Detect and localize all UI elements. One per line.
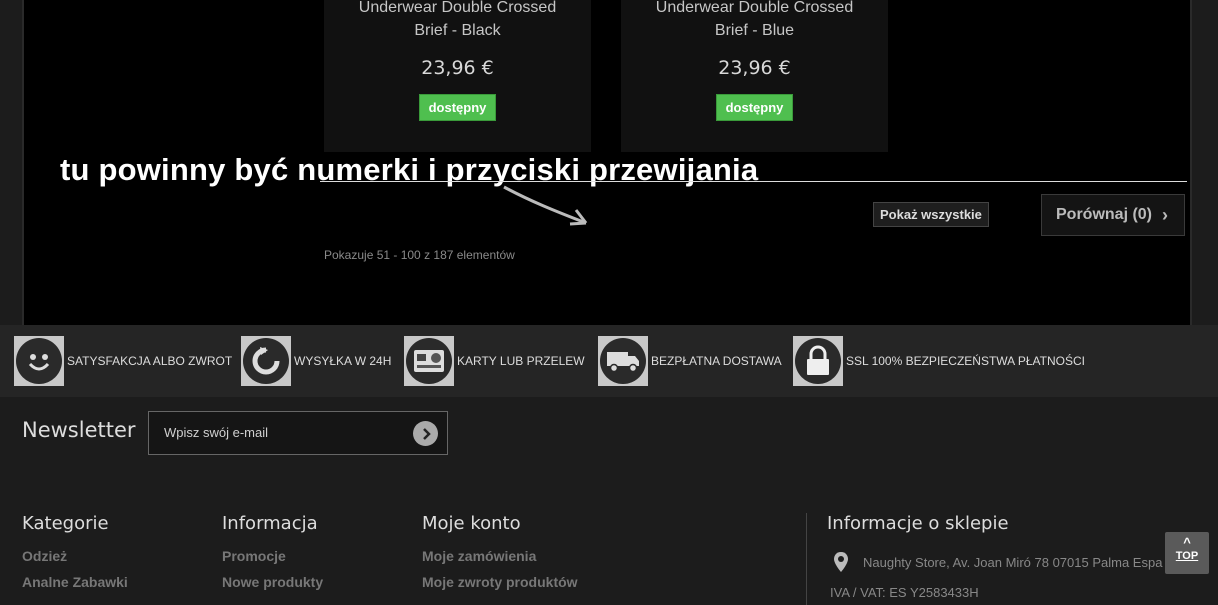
newsletter-email-input[interactable] (162, 424, 406, 441)
footer-divider (806, 513, 807, 605)
smiley-icon (14, 336, 64, 386)
store-address: Naughty Store, Av. Joan Miró 78 07015 Pa… (863, 555, 1163, 570)
product-name[interactable]: Underwear Double Crossed Brief - Black (324, 0, 591, 42)
newsletter-form (148, 411, 448, 455)
chevron-right-icon (422, 427, 431, 440)
map-pin-icon (834, 552, 848, 572)
footer-account-title: Moje konto (422, 513, 521, 534)
footer-link[interactable]: Moje zwroty produktów (422, 574, 578, 590)
annotation-arrow-icon (503, 185, 588, 226)
availability-badge: dostępny (715, 94, 794, 121)
availability-badge: dostępny (418, 94, 497, 121)
footer-link[interactable]: Odzież (22, 548, 67, 564)
footer-info-title: Informacja (222, 513, 318, 534)
chevron-right-icon: › (1162, 204, 1169, 225)
scroll-top-button[interactable]: ^ TOP (1165, 532, 1209, 574)
feature-label: SATYSFAKCJA ALBO ZWROT (67, 354, 233, 368)
features-bar: SATYSFAKCJA ALBO ZWROT WYSYŁKA W 24H KAR… (0, 325, 1218, 397)
annotation-text: tu powinny być numerki i przyciski przew… (60, 152, 759, 187)
footer-categories-title: Kategorie (22, 513, 109, 534)
show-all-button[interactable]: Pokaż wszystkie (873, 202, 989, 227)
feature-label: BEZPŁATNA DOSTAWA (651, 354, 782, 368)
annotation-underline (320, 181, 1187, 182)
compare-button[interactable]: Porównaj (0) › (1041, 194, 1185, 236)
truck-icon (598, 336, 648, 386)
product-price: 23,96 € (421, 57, 494, 79)
feature-shipping: WYSYŁKA W 24H (241, 336, 391, 386)
store-vat: IVA / VAT: ES Y2583433H (830, 585, 979, 600)
footer-store-title: Informacje o sklepie (827, 513, 1009, 534)
feature-delivery: BEZPŁATNA DOSTAWA (598, 336, 782, 386)
feature-label: SSL 100% BEZPIECZEŃSTWA PŁATNOŚCI (846, 354, 1085, 368)
feature-satisfaction: SATYSFAKCJA ALBO ZWROT (14, 336, 232, 386)
product-price: 23,96 € (718, 57, 791, 79)
refresh-icon (241, 336, 291, 386)
feature-label: WYSYŁKA W 24H (294, 354, 392, 368)
lock-icon (793, 336, 843, 386)
product-name[interactable]: Underwear Double Crossed Brief - Blue (621, 0, 888, 42)
feature-ssl: SSL 100% BEZPIECZEŃSTWA PŁATNOŚCI (793, 336, 1085, 386)
chevron-up-icon: ^ (1183, 535, 1191, 550)
footer-link[interactable]: Nowe produkty (222, 574, 323, 590)
footer-link[interactable]: Promocje (222, 548, 286, 564)
footer-link[interactable]: Moje zamówienia (422, 548, 536, 564)
card-icon (404, 336, 454, 386)
product-card[interactable]: Underwear Double Crossed Brief - Black 2… (324, 0, 591, 152)
item-count-text: Pokazuje 51 - 100 z 187 elementów (324, 248, 515, 262)
top-label: TOP (1175, 550, 1199, 562)
newsletter-title: Newsletter (22, 418, 136, 442)
product-card[interactable]: Underwear Double Crossed Brief - Blue 23… (621, 0, 888, 152)
compare-label: Porównaj (0) (1056, 206, 1153, 223)
newsletter-submit-button[interactable] (413, 421, 438, 446)
feature-label: KARTY LUB PRZELEW (457, 354, 585, 368)
feature-payment: KARTY LUB PRZELEW (404, 336, 585, 386)
footer-link[interactable]: Analne Zabawki (22, 574, 128, 590)
